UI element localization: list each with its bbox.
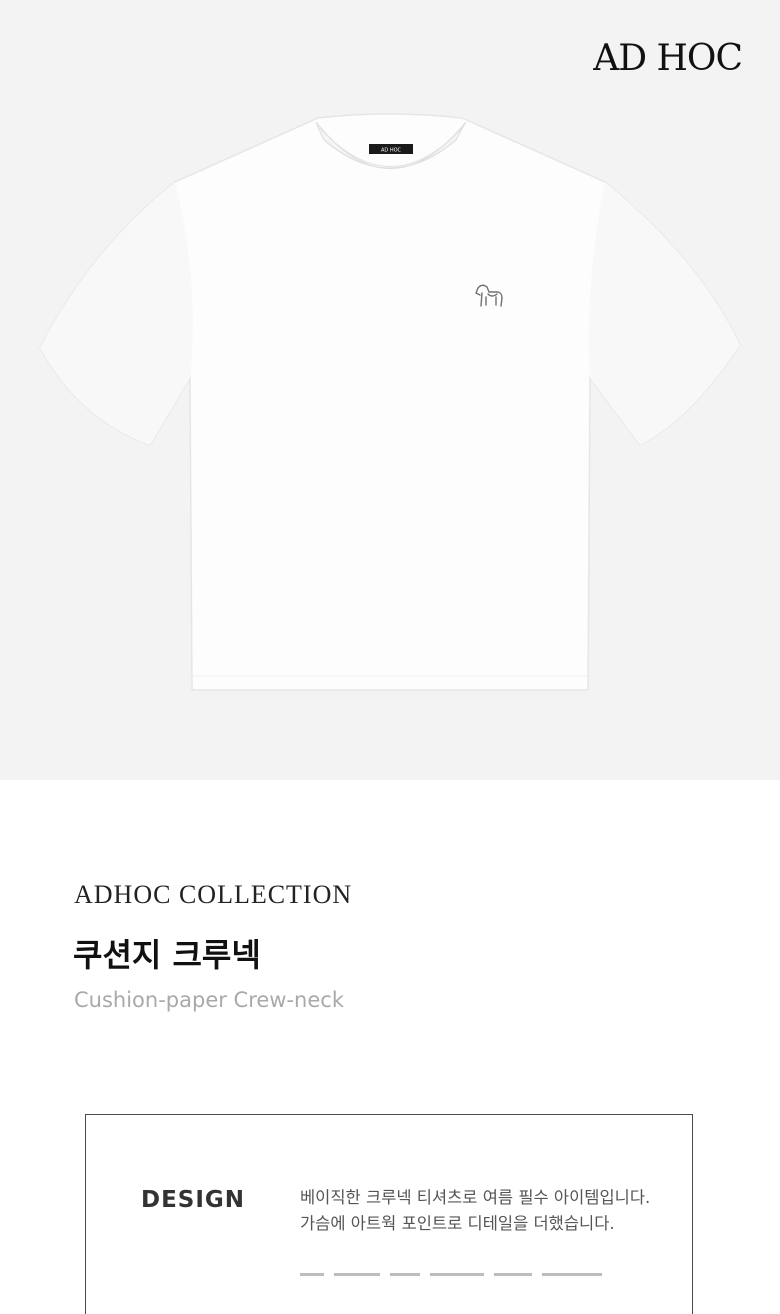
product-intro: ADHOC COLLECTION 쿠션지 크루넥 Cushion-paper C… — [0, 780, 780, 1314]
neck-label-text: AD HOC — [381, 148, 402, 154]
design-description: 베이직한 크루넥 티셔츠로 여름 필수 아이템입니다. 가슴에 아트웍 포인트로… — [300, 1185, 680, 1237]
design-label: DESIGN — [141, 1187, 246, 1213]
design-description-line: 가슴에 아트웍 포인트로 디테일을 더했습니다. — [300, 1214, 615, 1233]
product-name-english: Cushion-paper Crew-neck — [74, 988, 344, 1012]
cropped-text-line — [300, 1263, 640, 1277]
design-info-box: DESIGN 베이직한 크루넥 티셔츠로 여름 필수 아이템입니다. 가슴에 아… — [85, 1114, 693, 1314]
product-name-korean: 쿠션지 크루넥 — [73, 936, 261, 974]
collection-title: ADHOC COLLECTION — [74, 880, 353, 909]
design-description-line: 베이직한 크루넥 티셔츠로 여름 필수 아이템입니다. — [300, 1188, 651, 1207]
product-hero-image: AD HOC AD HOC — [0, 0, 780, 780]
tshirt-image: AD HOC — [39, 113, 741, 691]
tshirt-left-sleeve-shade — [40, 182, 193, 445]
tshirt-right-sleeve-shade — [589, 182, 740, 445]
